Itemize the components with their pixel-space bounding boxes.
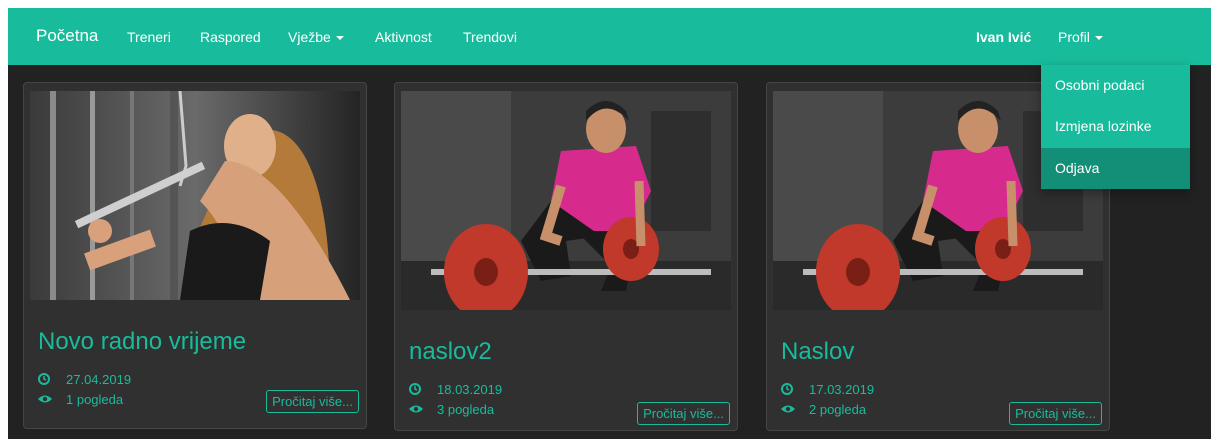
news-views: 3 pogleda <box>409 402 494 417</box>
nav-profile-dropdown[interactable]: Profil <box>1058 29 1103 45</box>
read-more-button[interactable]: Pročitaj više... <box>637 402 730 425</box>
news-title[interactable]: Novo radno vrijeme <box>38 328 246 356</box>
caret-down-icon <box>1094 36 1103 41</box>
nav-aktivnost[interactable]: Aktivnost <box>375 29 432 45</box>
eye-icon <box>38 395 52 403</box>
nav-treneri[interactable]: Treneri <box>127 29 171 45</box>
caret-down-icon <box>335 36 344 41</box>
clock-icon <box>38 373 50 385</box>
news-date-text: 18.03.2019 <box>437 382 503 397</box>
news-date-text: 17.03.2019 <box>809 382 875 397</box>
read-more-button[interactable]: Pročitaj više... <box>266 390 359 413</box>
news-title[interactable]: naslov2 <box>409 338 492 366</box>
nav-raspored[interactable]: Raspored <box>200 29 261 45</box>
navbar: Početna Treneri Raspored Vježbe Aktivnos… <box>8 8 1211 65</box>
news-date: 27.04.2019 <box>38 372 131 387</box>
news-views: 2 pogleda <box>781 402 866 417</box>
news-image <box>401 91 731 310</box>
menu-item-osobni-podaci[interactable]: Osobni podaci <box>1041 65 1190 106</box>
nav-vjezbe-label: Vježbe <box>288 29 331 45</box>
menu-item-odjava[interactable]: Odjava <box>1041 148 1190 189</box>
profile-dropdown-menu: Osobni podaci Izmjena lozinke Odjava <box>1041 65 1190 189</box>
page: Početna Treneri Raspored Vježbe Aktivnos… <box>8 8 1211 439</box>
nav-vjezbe-dropdown[interactable]: Vježbe <box>288 29 344 45</box>
eye-icon <box>781 405 795 413</box>
news-date: 18.03.2019 <box>409 382 502 397</box>
eye-icon <box>409 405 423 413</box>
nav-trendovi[interactable]: Trendovi <box>463 29 517 45</box>
clock-icon <box>409 383 421 395</box>
news-card: Novo radno vrijeme 27.04.2019 1 pogleda … <box>23 82 367 429</box>
news-date: 17.03.2019 <box>781 382 874 397</box>
news-title[interactable]: Naslov <box>781 338 854 366</box>
nav-profile-label: Profil <box>1058 29 1090 45</box>
menu-item-izmjena-lozinke[interactable]: Izmjena lozinke <box>1041 106 1190 147</box>
news-card: naslov2 18.03.2019 3 pogleda Pročitaj vi… <box>394 82 738 431</box>
news-views: 1 pogleda <box>38 392 123 407</box>
news-views-text: 1 pogleda <box>66 392 124 407</box>
brand-link[interactable]: Početna <box>36 26 98 46</box>
read-more-button[interactable]: Pročitaj više... <box>1009 402 1102 425</box>
news-views-text: 3 pogleda <box>437 402 495 417</box>
news-date-text: 27.04.2019 <box>66 372 132 387</box>
clock-icon <box>781 383 793 395</box>
news-views-text: 2 pogleda <box>809 402 867 417</box>
news-image <box>30 91 360 300</box>
nav-user-name[interactable]: Ivan Ivić <box>976 29 1031 45</box>
